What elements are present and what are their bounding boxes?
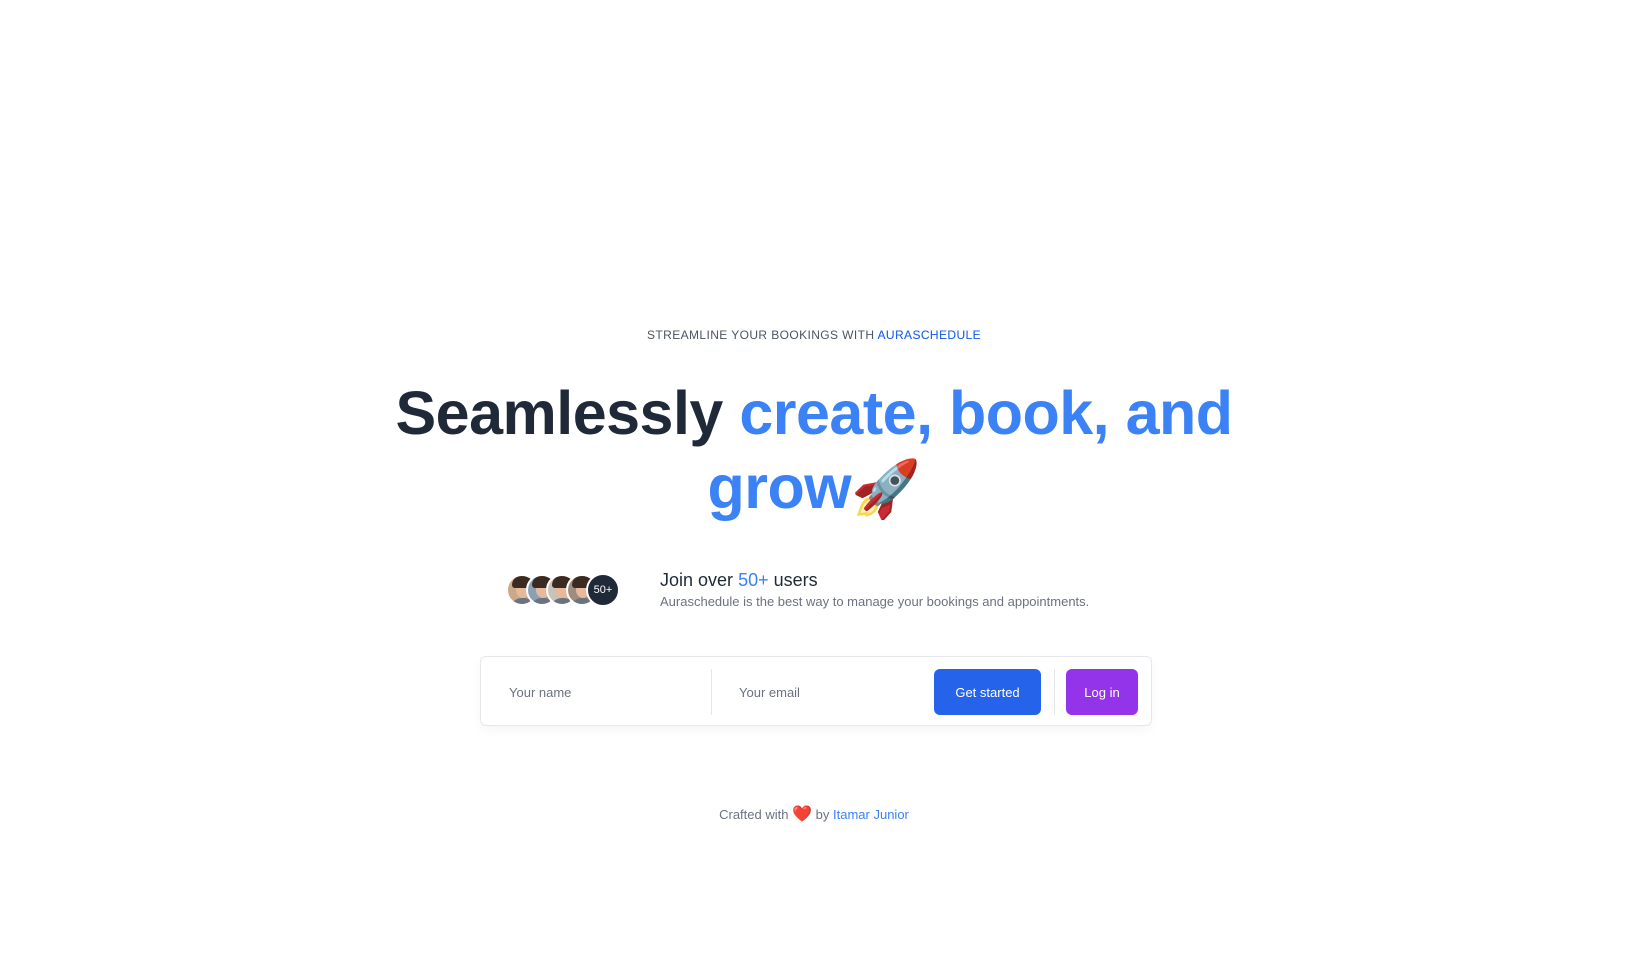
footer-by: by bbox=[815, 807, 830, 822]
rocket-icon: 🚀 bbox=[851, 457, 921, 520]
email-input[interactable] bbox=[711, 669, 931, 715]
social-proof-subtitle: Auraschedule is the best way to manage y… bbox=[660, 594, 1090, 609]
hero-headline: Seamlessly create, book, and grow🚀 bbox=[264, 376, 1364, 526]
divider bbox=[1054, 669, 1055, 715]
social-proof-text: Join over 50+ users Auraschedule is the … bbox=[660, 569, 1089, 611]
social-title-prefix: Join over bbox=[660, 570, 734, 590]
social-proof-title: Join over 50+ users bbox=[660, 569, 1089, 591]
landing-page: STREAMLINE YOUR BOOKINGS WITH AURASCHEDU… bbox=[0, 0, 1628, 968]
avatar-count-badge: 50+ bbox=[586, 573, 620, 607]
social-proof: 50+ Join over 50+ users Auraschedule is … bbox=[506, 569, 1089, 611]
signup-form: Get started Log in bbox=[480, 656, 1152, 726]
user-count: 50+ bbox=[738, 570, 769, 590]
headline-plain: Seamlessly bbox=[395, 379, 723, 447]
footer-prefix: Crafted with bbox=[719, 807, 789, 822]
hero-eyebrow: STREAMLINE YOUR BOOKINGS WITH AURASCHEDU… bbox=[0, 328, 1628, 342]
log-in-button[interactable]: Log in bbox=[1066, 669, 1138, 715]
eyebrow-brand: AURASCHEDULE bbox=[877, 328, 981, 342]
footer: Crafted with ❤️ by Itamar Junior bbox=[0, 804, 1628, 824]
name-input[interactable] bbox=[481, 669, 711, 715]
social-title-suffix: users bbox=[773, 570, 818, 590]
author-link[interactable]: Itamar Junior bbox=[833, 807, 909, 822]
heart-icon: ❤️ bbox=[792, 806, 813, 823]
avatar-stack: 50+ bbox=[506, 572, 620, 608]
eyebrow-text: STREAMLINE YOUR BOOKINGS WITH bbox=[647, 328, 875, 342]
get-started-button[interactable]: Get started bbox=[934, 669, 1041, 715]
headline-accent-line1: create, book, and bbox=[739, 379, 1233, 447]
headline-accent-line2: grow bbox=[707, 453, 852, 521]
